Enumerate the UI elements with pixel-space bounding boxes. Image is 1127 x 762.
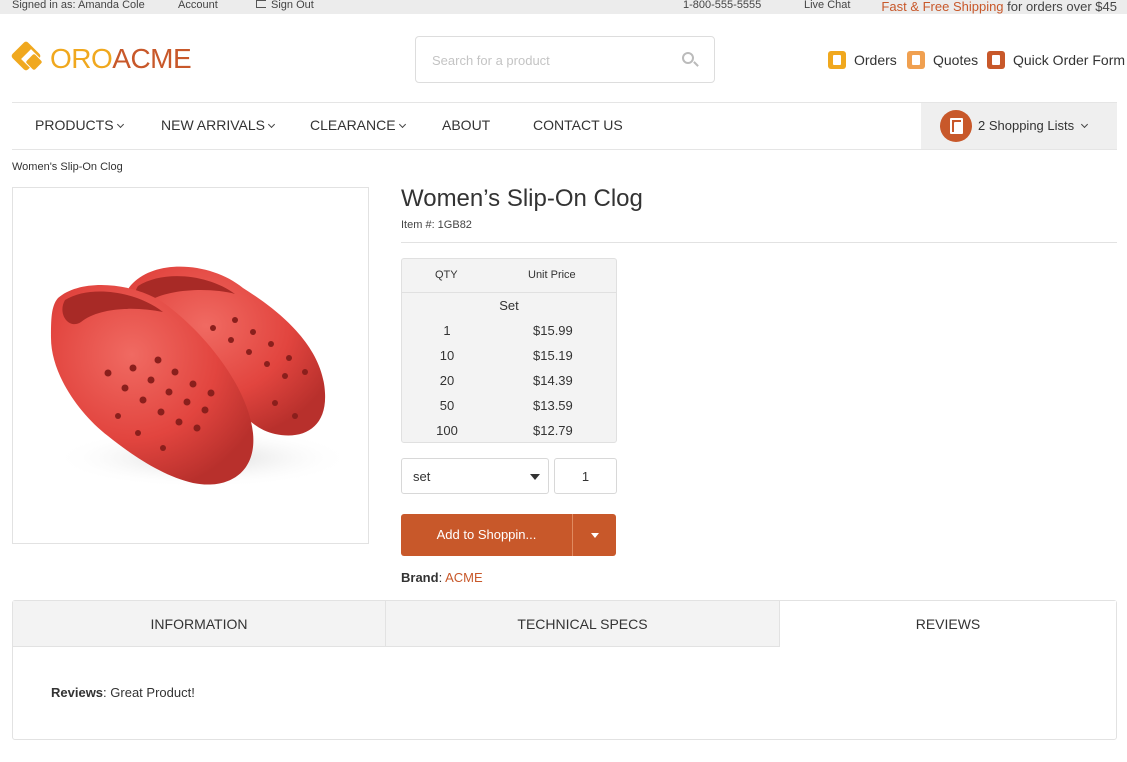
nav-label-clearance: CLEARANCE [310, 117, 396, 133]
nav-item-contact-us[interactable]: CONTACT US [533, 117, 623, 133]
quotes-tag-icon [907, 51, 925, 69]
shopping-lists-dropdown[interactable]: 2 Shopping Lists [921, 103, 1117, 149]
chevron-down-icon [1081, 120, 1089, 129]
nav-label-new-arrivals: NEW ARRIVALS [161, 117, 265, 133]
sign-out-icon [256, 0, 266, 8]
lightning-icon [987, 51, 1005, 69]
quick-order-form-link[interactable]: Quick Order Form [987, 50, 1125, 70]
sign-out-link[interactable]: Sign Out [256, 0, 314, 11]
shipping-promo-highlight[interactable]: Fast & Free Shipping [881, 0, 1003, 14]
logo-text: OROACME [50, 42, 192, 76]
orders-icon [828, 51, 846, 69]
price-table: QTY Unit Price Set 1 $15.99 10 $15.19 20 $1… [401, 258, 617, 443]
qty-header: QTY [435, 269, 458, 281]
shopping-lists-text: 2 Shopping Lists [978, 118, 1075, 133]
brand-label: Brand [401, 570, 439, 585]
logo-icon [10, 40, 46, 76]
search-box [415, 36, 715, 83]
item-number: Item #: 1GB82 [401, 219, 472, 231]
row-price: $15.99 [533, 323, 573, 338]
add-to-dropdown-toggle[interactable] [572, 514, 616, 556]
reviews-content: Reviews: Great Product! [51, 685, 195, 700]
brand-info: Brand: ACME [401, 570, 483, 585]
quotes-label: Quotes [933, 52, 979, 68]
shopping-list-icon [940, 110, 972, 142]
site-logo[interactable]: OROACME [10, 40, 192, 76]
breadcrumb[interactable]: Women's Slip-On Clog [12, 161, 123, 173]
table-row: 20 $14.39 [402, 373, 616, 393]
add-to-shopping-list-button[interactable]: Add to Shoppin... [401, 514, 572, 556]
chevron-down-icon [267, 120, 276, 129]
nav-item-new-arrivals[interactable]: NEW ARRIVALS [161, 117, 276, 133]
product-image[interactable] [12, 187, 369, 544]
search-input[interactable] [432, 50, 672, 70]
row-qty: 100 [436, 423, 458, 438]
unit-price-header: Unit Price [528, 269, 576, 281]
row-qty: 20 [439, 373, 455, 388]
nav-item-products[interactable]: PRODUCTS [35, 117, 124, 133]
live-chat-link[interactable]: Live Chat [804, 0, 850, 11]
chevron-down-icon [116, 120, 124, 129]
unit-select[interactable]: set [401, 458, 549, 494]
shipping-promo-text: for orders over $45 [1003, 0, 1117, 14]
orders-label: Orders [854, 52, 897, 68]
product-tabs: INFORMATION TECHNICAL SPECS REVIEWS Revi… [12, 600, 1117, 740]
row-qty: 10 [439, 348, 455, 363]
account-link[interactable]: Account [178, 0, 218, 11]
brand-link[interactable]: ACME [445, 570, 483, 585]
red-clogs-image [51, 266, 353, 488]
row-price: $13.59 [533, 398, 573, 413]
price-unit: Set [499, 298, 519, 313]
table-row: 100 $12.79 [402, 423, 616, 443]
chevron-down-icon [398, 120, 406, 129]
tab-reviews[interactable]: REVIEWS [780, 601, 1116, 647]
table-row: 50 $13.59 [402, 398, 616, 418]
price-table-header: QTY Unit Price [402, 259, 616, 293]
main-nav: PRODUCTS NEW ARRIVALS CLEARANCE ABOUT CO… [12, 102, 1117, 150]
orders-link[interactable]: Orders [828, 50, 897, 70]
quantity-input[interactable] [554, 458, 617, 494]
signed-in-text: Signed in as: Amanda Cole [12, 0, 145, 11]
row-qty: 1 [443, 323, 451, 338]
row-qty: 50 [439, 398, 455, 413]
logo-text-oro: ORO [50, 43, 113, 74]
top-utility-bar: Signed in as: Amanda Cole Account Sign O… [0, 0, 1127, 14]
row-price: $15.19 [533, 348, 573, 363]
nav-item-about[interactable]: ABOUT [442, 117, 490, 133]
row-price: $12.79 [533, 423, 573, 438]
caret-down-icon [530, 474, 540, 480]
quotes-link[interactable]: Quotes [907, 50, 978, 70]
unit-select-value: set [413, 469, 431, 484]
caret-down-icon [591, 533, 599, 538]
divider [401, 242, 1117, 243]
quick-order-label: Quick Order Form [1013, 52, 1126, 68]
shopping-lists-label: 2 Shopping Lists [978, 118, 1089, 133]
nav-label-products: PRODUCTS [35, 117, 114, 133]
search-icon[interactable] [682, 52, 699, 68]
nav-item-clearance[interactable]: CLEARANCE [310, 117, 406, 133]
table-row: 10 $15.19 [402, 348, 616, 368]
product-title: Women’s Slip-On Clog [401, 185, 643, 212]
phone-number: 1-800-555-5555 [683, 0, 762, 11]
tab-technical-specs[interactable]: TECHNICAL SPECS [386, 601, 780, 647]
row-price: $14.39 [533, 373, 573, 388]
reviews-text: Great Product! [110, 685, 195, 700]
reviews-label: Reviews [51, 685, 104, 700]
sign-out-label: Sign Out [271, 0, 314, 11]
logo-text-acme: ACME [112, 43, 192, 74]
tab-information[interactable]: INFORMATION [13, 601, 386, 647]
shipping-promo: Fast & Free Shipping for orders over $45 [881, 0, 1117, 14]
table-row: 1 $15.99 [402, 323, 616, 343]
